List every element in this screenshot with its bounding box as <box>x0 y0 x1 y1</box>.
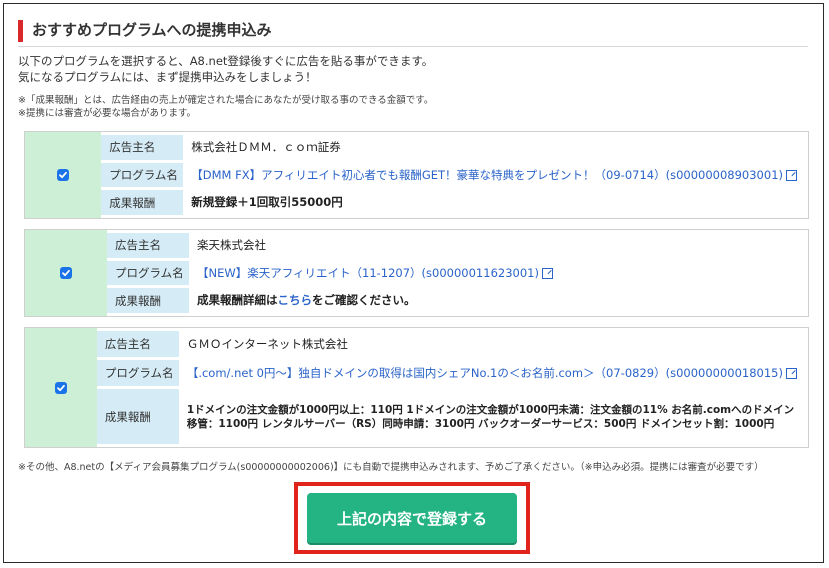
program-card-dmm: 広告主名 株式会社ＤＭＭ．ｃｏｍ証券 プログラム名 【DMM FX】アフィリエイ… <box>24 131 809 219</box>
program-link-rakuten[interactable]: 【NEW】楽天アフィリエイト（11-1207）(s00000011623001) <box>197 266 539 281</box>
submit-button[interactable]: 上記の内容で登録する <box>307 493 517 543</box>
program-checkbox-cell <box>25 230 107 316</box>
program-link-dmm[interactable]: 【DMM FX】アフィリエイト初心者でも報酬GET！豪華な特典をプレゼント！（0… <box>191 168 783 183</box>
advertiser-row: 広告主名 株式会社ＤＭＭ．ｃｏｍ証券 <box>101 135 805 160</box>
advertiser-name: ＧＭＯインターネット株式会社 <box>186 336 348 351</box>
program-link-gmo[interactable]: 【.com/.net 0円〜】独自ドメインの取得は国内シェアNo.1の＜お名前.… <box>187 366 783 381</box>
check-icon <box>57 384 65 391</box>
advertiser-label: 広告主名 <box>107 233 189 258</box>
program-label: プログラム名 <box>96 360 179 386</box>
intro-line-1: 以下のプログラムを選択すると、A8.net登録後すぐに広告を貼る事ができます。 <box>18 54 434 68</box>
reward-value: 新規登録＋1回取引55000円 <box>191 195 343 210</box>
reward-row: 成果報酬 1ドメインの注文金額が1000円以上：110円 1ドメインの注文金額が… <box>96 389 805 444</box>
notes: ※「成果報酬」とは、広告経由の売上が確定された場合にあなたが受け取る事のできる金… <box>18 94 433 120</box>
program-checkbox-dmm[interactable] <box>57 169 70 181</box>
application-panel: おすすめプログラムへの提携申込み 以下のプログラムを選択すると、A8.net登録… <box>3 3 824 563</box>
advertiser-label: 広告主名 <box>101 135 184 160</box>
advertiser-name: 楽天株式会社 <box>197 237 266 252</box>
advertiser-row: 広告主名 楽天株式会社 <box>107 233 805 258</box>
external-link-icon[interactable] <box>541 267 553 279</box>
footnote: ※その他、A8.netの【メディア会員募集プログラム(s000000000020… <box>18 462 764 473</box>
external-link-icon[interactable] <box>786 169 797 181</box>
check-icon <box>59 171 68 179</box>
intro-line-2: 気になるプログラムには、まず提携申込みをしましょう！ <box>18 70 317 84</box>
program-row: プログラム名 【DMM FX】アフィリエイト初心者でも報酬GET！豪華な特典をプ… <box>101 162 805 188</box>
reward-value: 1ドメインの注文金額が1000円以上：110円 1ドメインの注文金額が1000円… <box>186 403 795 430</box>
program-row: プログラム名 【.com/.net 0円〜】独自ドメインの取得は国内シェアNo.… <box>96 360 805 386</box>
reward-row: 成果報酬 成果報酬詳細は こちら をご確認ください。 <box>107 288 805 314</box>
note-line-2: ※提携には審査が必要な場合があります。 <box>18 108 197 119</box>
program-row: プログラム名 【NEW】楽天アフィリエイト（11-1207）(s00000011… <box>107 260 805 286</box>
header-accent-bar <box>18 20 23 42</box>
reward-row: 成果報酬 新規登録＋1回取引55000円 <box>101 190 805 216</box>
program-checkbox-cell <box>25 328 97 447</box>
advertiser-label: 広告主名 <box>96 331 179 357</box>
program-card-rakuten: 広告主名 楽天株式会社 プログラム名 【NEW】楽天アフィリエイト（11-120… <box>24 229 809 317</box>
program-card-gmo: 広告主名 ＧＭＯインターネット株式会社 プログラム名 【.com/.net 0円… <box>24 327 809 448</box>
program-checkbox-rakuten[interactable] <box>60 267 72 279</box>
reward-label: 成果報酬 <box>107 288 189 314</box>
advertiser-row: 広告主名 ＧＭＯインターネット株式会社 <box>96 331 805 357</box>
page-title: おすすめプログラムへの提携申込み <box>32 21 272 39</box>
external-link-icon[interactable] <box>786 367 797 379</box>
reward-label: 成果報酬 <box>96 389 179 444</box>
reward-details-link[interactable]: こちら <box>278 293 313 308</box>
program-checkbox-cell <box>25 132 102 218</box>
advertiser-name: 株式会社ＤＭＭ．ｃｏｍ証券 <box>191 139 341 154</box>
check-icon <box>62 269 70 277</box>
reward-label: 成果報酬 <box>101 190 184 216</box>
intro-text: 以下のプログラムを選択すると、A8.net登録後すぐに広告を貼る事ができます。 … <box>18 53 433 85</box>
reward-value: 成果報酬詳細は こちら をご確認ください。 <box>189 288 805 313</box>
program-label: プログラム名 <box>101 162 184 188</box>
note-line-1: ※「成果報酬」とは、広告経由の売上が確定された場合にあなたが受け取る事のできる金… <box>18 95 434 106</box>
reward-suffix: をご確認ください。 <box>312 293 416 308</box>
section-header: おすすめプログラムへの提携申込み <box>18 16 808 47</box>
program-label: プログラム名 <box>107 260 189 286</box>
program-checkbox-gmo[interactable] <box>54 381 67 394</box>
reward-prefix: 成果報酬詳細は <box>197 293 278 308</box>
